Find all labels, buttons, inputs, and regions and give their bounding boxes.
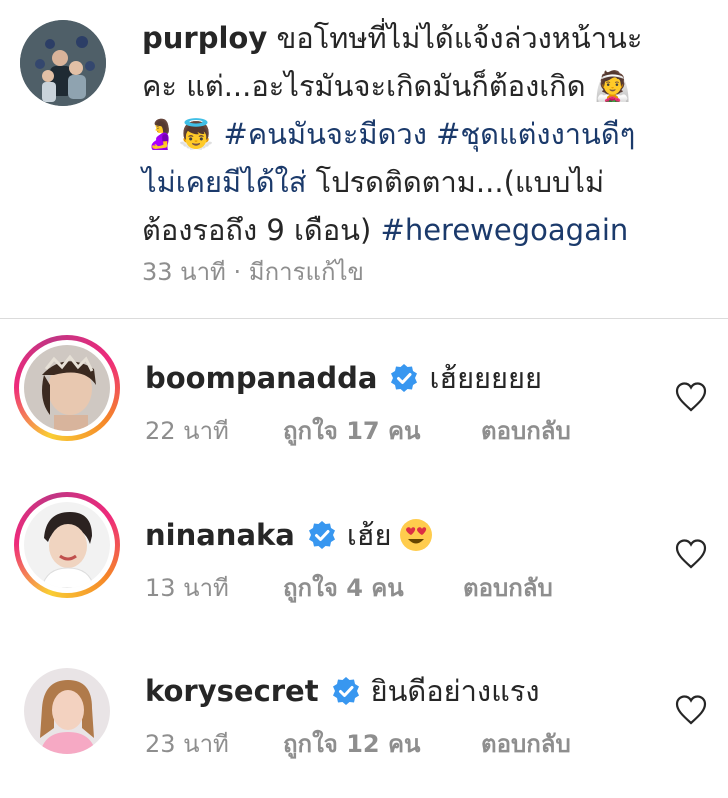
heart-outline-icon[interactable]: [674, 693, 708, 727]
hashtag-link[interactable]: #คนมันจะมีดวง: [223, 117, 426, 151]
divider: [0, 318, 728, 319]
comment-item: korysecret ยินดีอย่างแรง 23 นาที ถูกใจ 1…: [0, 648, 728, 798]
author-avatar[interactable]: [20, 20, 106, 106]
verified-badge-icon: [308, 521, 335, 549]
commenter-avatar-image: [24, 345, 110, 431]
caption-line-1: ขอโทษที่ไม่ได้แจ้งล่วงหน้านะ: [276, 21, 643, 55]
story-ring[interactable]: [14, 335, 120, 441]
verified-badge-icon: [332, 677, 359, 705]
caption-text: purploy ขอโทษที่ไม่ได้แจ้งล่วงหน้านะ คะ …: [142, 14, 702, 254]
reply-button[interactable]: ตอบกลับ: [481, 724, 571, 763]
comment-time: 13 นาที: [145, 574, 229, 602]
caption-username[interactable]: purploy: [142, 21, 267, 55]
caption-line-4: โปรดติดตาม...(แบบไม่: [315, 165, 605, 199]
hashtag-link-continued[interactable]: ไม่เคยมีได้ใส่: [142, 165, 306, 199]
comment-meta: 22 นาที ถูกใจ 17 คน ตอบกลับ: [145, 411, 571, 450]
comment-time: 22 นาที: [145, 417, 229, 445]
commenter-avatar-image: [24, 668, 110, 754]
caption-meta: 33 นาที · มีการแก้ไข: [142, 258, 364, 286]
commenter-avatar[interactable]: [24, 345, 110, 431]
reply-button[interactable]: ตอบกลับ: [481, 411, 571, 450]
comment-body: boompanadda เฮ้ยยยยย: [145, 355, 542, 401]
comment-item: boompanadda เฮ้ยยยยย 22 นาที ถูกใจ 17 คน…: [0, 335, 728, 485]
story-ring[interactable]: [14, 492, 120, 598]
commenter-avatar[interactable]: [24, 668, 110, 754]
comment-username[interactable]: boompanadda: [145, 361, 377, 395]
hashtag-link[interactable]: #herewegoagain: [381, 213, 629, 247]
reply-button[interactable]: ตอบกลับ: [463, 568, 553, 607]
comment-text: เฮ้ย: [346, 518, 392, 552]
comment-likes[interactable]: ถูกใจ 4 คน: [283, 568, 463, 607]
post-caption: purploy ขอโทษที่ไม่ได้แจ้งล่วงหน้านะ คะ …: [0, 0, 728, 318]
comment-item: ninanaka เฮ้ย 13 นาที ถูกใจ 4 คน ตอบกลับ: [0, 492, 728, 642]
commenter-avatar-image: [24, 502, 110, 588]
pregnant-angel-emoji: 🤰👼: [142, 117, 215, 151]
commenter-avatar[interactable]: [24, 502, 110, 588]
hashtag-link[interactable]: #ชุดแต่งงานดีๆ: [436, 117, 635, 151]
caption-line-5: ต้องรอถึง 9 เดือน): [142, 213, 372, 247]
heart-eyes-emoji-icon: [400, 519, 433, 551]
comment-time: 23 นาที: [145, 730, 229, 758]
bride-emoji: 👰: [594, 69, 631, 103]
comment-text: ยินดีอย่างแรง: [370, 674, 540, 708]
heart-outline-icon[interactable]: [674, 537, 708, 571]
verified-badge-icon: [391, 364, 418, 392]
comment-username[interactable]: ninanaka: [145, 518, 295, 552]
comment-meta: 13 นาที ถูกใจ 4 คน ตอบกลับ: [145, 568, 553, 607]
heart-outline-icon[interactable]: [674, 380, 708, 414]
comment-likes[interactable]: ถูกใจ 17 คน: [283, 411, 481, 450]
comment-text: เฮ้ยยยยย: [429, 361, 543, 395]
comment-likes[interactable]: ถูกใจ 12 คน: [283, 724, 481, 763]
caption-line-2: คะ แต่...อะไรมันจะเกิดมันก็ต้องเกิด: [142, 69, 586, 103]
author-avatar-image: [20, 20, 106, 106]
comment-body: ninanaka เฮ้ย: [145, 512, 433, 558]
comment-body: korysecret ยินดีอย่างแรง: [145, 668, 540, 714]
comment-username[interactable]: korysecret: [145, 674, 319, 708]
comment-meta: 23 นาที ถูกใจ 12 คน ตอบกลับ: [145, 724, 571, 763]
